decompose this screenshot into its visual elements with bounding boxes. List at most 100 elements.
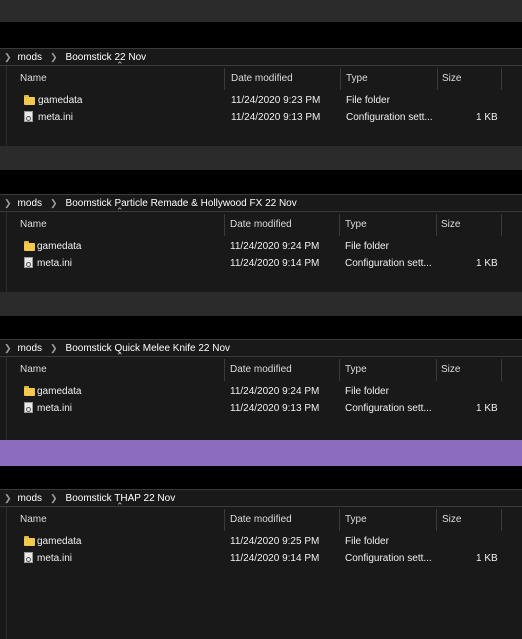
column-divider[interactable] — [437, 68, 438, 90]
breadcrumb-folder[interactable]: Boomstick Quick Melee Knife 22 Nov — [66, 343, 231, 354]
column-divider[interactable] — [224, 359, 225, 381]
folder-icon — [24, 95, 35, 105]
column-divider[interactable] — [224, 214, 225, 236]
column-header-name[interactable]: Name — [20, 357, 47, 383]
explorer-window-2: ❯ mods ❯ Boomstick Particle Remade & Hol… — [0, 194, 522, 292]
explorer-window-4: ❯ mods ❯ Boomstick THAP 22 Nov ⌃ Name Da… — [0, 489, 522, 639]
chevron-right-icon[interactable]: ❯ — [50, 198, 58, 209]
file-row[interactable]: gamedata 11/24/2020 9:24 PM File folder — [0, 383, 522, 400]
column-header-row: ⌃ Name Date modified Type Size — [0, 501, 522, 533]
file-name[interactable]: gamedata — [37, 238, 81, 255]
file-list: ⌃ Name Date modified Type Size gamedata … — [0, 206, 522, 292]
file-date: 11/24/2020 9:14 PM — [230, 258, 320, 269]
file-row[interactable]: meta.ini 11/24/2020 9:13 PM Configuratio… — [0, 400, 522, 417]
column-header-name[interactable]: Name — [20, 212, 47, 238]
file-name[interactable]: gamedata — [38, 92, 82, 109]
chevron-right-icon[interactable]: ❯ — [4, 198, 12, 209]
breadcrumb: ❯ mods ❯ Boomstick THAP 22 Nov — [0, 489, 522, 507]
file-row[interactable]: meta.ini 11/24/2020 9:13 PM Configuratio… — [0, 109, 522, 126]
status-area — [0, 146, 522, 170]
column-divider[interactable] — [501, 509, 502, 531]
breadcrumb-root[interactable]: mods — [18, 198, 42, 209]
column-header-row: ⌃ Name Date modified Type Size — [0, 206, 522, 238]
column-header-name[interactable]: Name — [20, 507, 47, 533]
file-date: 11/24/2020 9:24 PM — [230, 386, 320, 397]
file-name[interactable]: meta.ini — [37, 255, 72, 272]
file-row[interactable]: meta.ini 11/24/2020 9:14 PM Configuratio… — [0, 550, 522, 567]
column-header-date[interactable]: Date modified — [230, 507, 292, 533]
column-header-name[interactable]: Name — [20, 66, 47, 92]
purple-divider-band — [0, 440, 522, 466]
file-size: 1 KB — [476, 553, 498, 564]
column-divider[interactable] — [436, 509, 437, 531]
column-header-date[interactable]: Date modified — [230, 212, 292, 238]
file-size: 1 KB — [476, 403, 498, 414]
column-header-size[interactable]: Size — [442, 66, 461, 92]
file-list: ⌃ Name Date modified Type Size gamedata … — [0, 60, 522, 146]
file-date: 11/24/2020 9:14 PM — [230, 553, 320, 564]
column-divider[interactable] — [339, 509, 340, 531]
file-type: Configuration sett... — [345, 553, 432, 564]
breadcrumb-folder[interactable]: Boomstick 22 Nov — [66, 52, 147, 63]
column-header-type[interactable]: Type — [345, 212, 367, 238]
column-divider[interactable] — [340, 68, 341, 90]
chevron-right-icon[interactable]: ❯ — [4, 343, 12, 354]
chevron-right-icon[interactable]: ❯ — [4, 52, 12, 63]
file-name[interactable]: meta.ini — [37, 400, 72, 417]
chevron-right-icon[interactable]: ❯ — [50, 343, 58, 354]
column-header-row: ⌃ Name Date modified Type Size — [0, 60, 522, 92]
breadcrumb-root[interactable]: mods — [18, 343, 42, 354]
column-header-size[interactable]: Size — [441, 212, 460, 238]
column-divider[interactable] — [501, 359, 502, 381]
config-file-icon — [24, 111, 33, 122]
file-size: 1 KB — [476, 112, 498, 123]
file-type: File folder — [345, 241, 389, 252]
chevron-right-icon[interactable]: ❯ — [50, 493, 58, 504]
sort-ascending-icon: ⌃ — [116, 60, 124, 70]
chevron-right-icon[interactable]: ❯ — [50, 52, 58, 63]
file-name[interactable]: gamedata — [37, 383, 81, 400]
explorer-window-1: ❯ mods ❯ Boomstick 22 Nov ⌃ Name Date mo… — [0, 48, 522, 146]
status-area — [0, 292, 522, 316]
column-divider[interactable] — [436, 359, 437, 381]
file-name[interactable]: meta.ini — [37, 550, 72, 567]
column-header-type[interactable]: Type — [346, 66, 368, 92]
file-row[interactable]: meta.ini 11/24/2020 9:14 PM Configuratio… — [0, 255, 522, 272]
breadcrumb-folder[interactable]: Boomstick Particle Remade & Hollywood FX… — [66, 198, 297, 209]
file-type: Configuration sett... — [346, 112, 433, 123]
column-divider[interactable] — [436, 214, 437, 236]
column-header-date[interactable]: Date modified — [230, 357, 292, 383]
file-date: 11/24/2020 9:13 PM — [230, 403, 320, 414]
column-header-date[interactable]: Date modified — [231, 66, 293, 92]
column-divider[interactable] — [224, 509, 225, 531]
file-row[interactable]: gamedata 11/24/2020 9:23 PM File folder — [0, 92, 522, 109]
file-type: Configuration sett... — [345, 258, 432, 269]
file-row[interactable]: gamedata 11/24/2020 9:24 PM File folder — [0, 238, 522, 255]
file-name[interactable]: gamedata — [37, 533, 81, 550]
file-list: ⌃ Name Date modified Type Size gamedata … — [0, 501, 522, 639]
file-type: File folder — [345, 386, 389, 397]
config-file-icon — [24, 552, 33, 563]
breadcrumb-root[interactable]: mods — [18, 493, 42, 504]
breadcrumb-root[interactable]: mods — [18, 52, 42, 63]
explorer-window-3: ❯ mods ❯ Boomstick Quick Melee Knife 22 … — [0, 339, 522, 440]
column-divider[interactable] — [501, 68, 502, 90]
column-header-size[interactable]: Size — [441, 357, 460, 383]
column-header-type[interactable]: Type — [345, 507, 367, 533]
column-divider[interactable] — [501, 214, 502, 236]
sort-ascending-icon: ⌃ — [116, 501, 124, 511]
sort-ascending-icon: ⌃ — [116, 206, 124, 216]
folder-icon — [24, 241, 35, 251]
column-header-type[interactable]: Type — [345, 357, 367, 383]
column-header-size[interactable]: Size — [442, 507, 461, 533]
column-header-row: ⌃ Name Date modified Type Size — [0, 351, 522, 383]
column-divider[interactable] — [339, 214, 340, 236]
file-type: File folder — [345, 536, 389, 547]
column-divider[interactable] — [224, 68, 225, 90]
column-divider[interactable] — [339, 359, 340, 381]
chevron-right-icon[interactable]: ❯ — [4, 493, 12, 504]
file-row[interactable]: gamedata 11/24/2020 9:25 PM File folder — [0, 533, 522, 550]
config-file-icon — [24, 257, 33, 268]
file-name[interactable]: meta.ini — [38, 109, 73, 126]
breadcrumb: ❯ mods ❯ Boomstick 22 Nov — [0, 48, 522, 66]
